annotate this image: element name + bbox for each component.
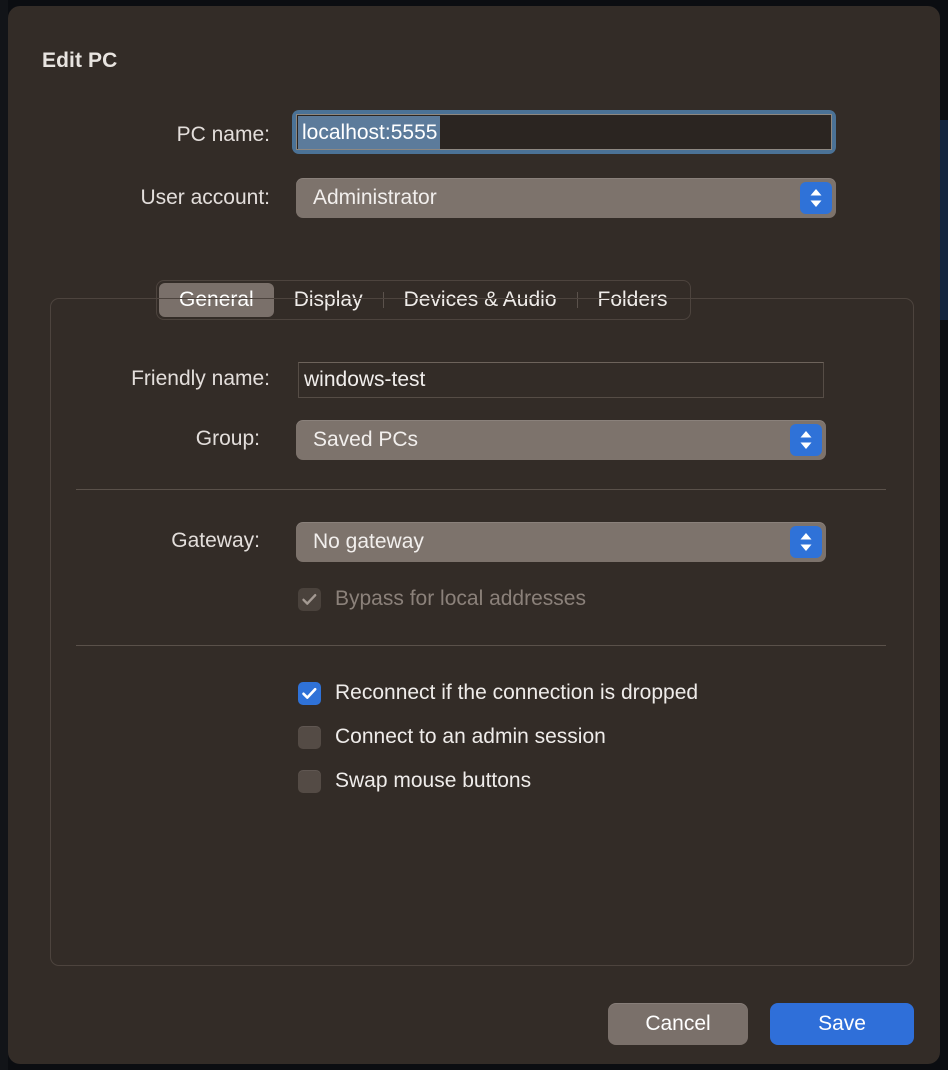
bypass-local-addresses-checkbox-row: Bypass for local addresses <box>298 587 586 611</box>
tab-panel-general <box>50 298 914 966</box>
checkbox-unchecked-icon[interactable] <box>298 726 321 749</box>
admin-session-label: Connect to an admin session <box>335 725 606 749</box>
friendly-name-label: Friendly name: <box>0 367 270 391</box>
user-account-label: User account: <box>0 186 270 210</box>
group-label: Group: <box>0 427 260 451</box>
page-title: Edit PC <box>42 49 117 73</box>
pc-name-input[interactable]: localhost:5555 <box>296 114 832 150</box>
user-account-select[interactable]: Administrator <box>296 178 836 218</box>
chevron-up-down-icon[interactable] <box>790 424 822 456</box>
swap-mouse-buttons-checkbox-row[interactable]: Swap mouse buttons <box>298 769 531 793</box>
cancel-button[interactable]: Cancel <box>608 1003 748 1045</box>
edit-pc-dialog: Edit PC PC name: localhost:5555 User acc… <box>8 6 940 1064</box>
checkbox-checked-icon[interactable] <box>298 682 321 705</box>
gateway-select[interactable]: No gateway <box>296 522 826 562</box>
chevron-up-down-icon[interactable] <box>800 182 832 214</box>
save-button[interactable]: Save <box>770 1003 914 1045</box>
checkbox-checked-disabled-icon <box>298 588 321 611</box>
bypass-local-addresses-label: Bypass for local addresses <box>335 587 586 611</box>
reconnect-checkbox-row[interactable]: Reconnect if the connection is dropped <box>298 681 698 705</box>
section-divider <box>76 645 886 646</box>
pc-name-label: PC name: <box>0 123 270 147</box>
chevron-up-down-icon[interactable] <box>790 526 822 558</box>
friendly-name-value: windows-test <box>304 363 425 397</box>
friendly-name-input[interactable]: windows-test <box>298 362 824 398</box>
gateway-value: No gateway <box>313 522 424 562</box>
swap-mouse-buttons-label: Swap mouse buttons <box>335 769 531 793</box>
group-select[interactable]: Saved PCs <box>296 420 826 460</box>
gateway-label: Gateway: <box>0 529 260 553</box>
pc-name-selected-text: localhost:5555 <box>298 116 440 150</box>
reconnect-label: Reconnect if the connection is dropped <box>335 681 698 705</box>
admin-session-checkbox-row[interactable]: Connect to an admin session <box>298 725 606 749</box>
checkbox-unchecked-icon[interactable] <box>298 770 321 793</box>
user-account-value: Administrator <box>313 178 437 218</box>
group-value: Saved PCs <box>313 420 418 460</box>
backdrop-right-edge <box>940 120 948 320</box>
section-divider <box>76 489 886 490</box>
